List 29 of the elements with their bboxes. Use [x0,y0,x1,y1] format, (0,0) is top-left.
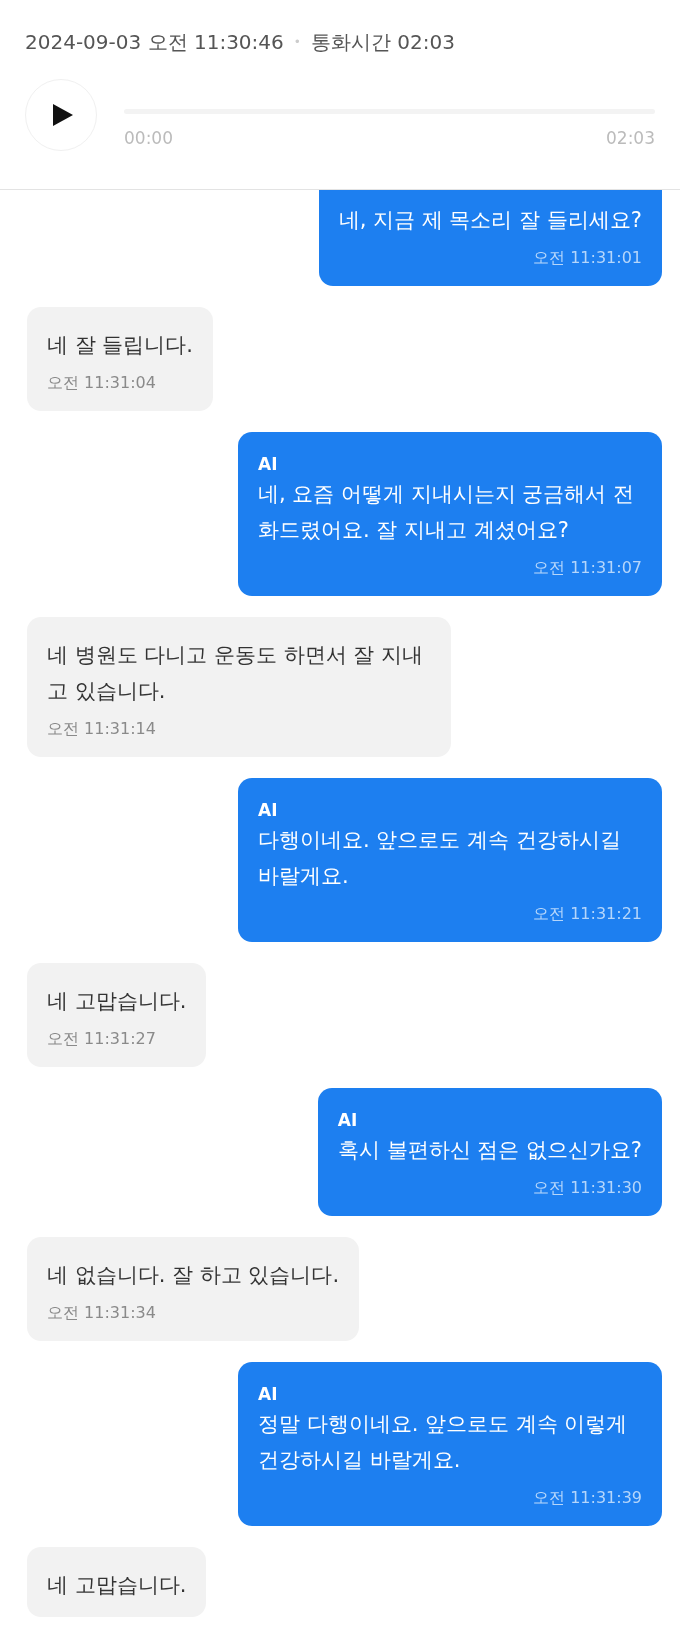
elapsed-time: 00:00 [124,127,173,150]
message-text: 네 고맙습니다. [47,1572,187,1599]
message-time: 오전 11:31:07 [533,557,642,579]
message-text: 네 없습니다. 잘 하고 있습니다. [47,1262,340,1289]
message-text: 혹시 불편하신 점은 없으신가요? [337,1137,642,1164]
message-text: 네, 요즘 어떻게 지내시는지 궁금해서 전화드렸어요. 잘 지내고 계셨어요? [258,481,636,544]
message-time: 오전 11:31:21 [533,903,642,925]
message-text: 다행이네요. 앞으로도 계속 건강하시길 바랄게요. [258,827,622,890]
play-icon [53,104,73,126]
message-text: 네, 지금 제 목소리 잘 들리세요? [338,207,642,234]
message-time: 오전 11:31:04 [47,372,156,394]
sender-label: AI [258,453,279,476]
sender-label: AI [258,1383,279,1406]
message-text: 정말 다행이네요. 앞으로도 계속 이렇게 건강하시길 바랄게요. [258,1411,629,1474]
call-datetime: 2024-09-03 오전 11:30:46 [25,29,284,56]
message-text: 네 병원도 다니고 운동도 하면서 잘 지내고 있습니다. [47,642,425,705]
message-time: 오전 11:31:27 [47,1028,156,1050]
message-text: 네 고맙습니다. [47,988,187,1015]
message-time: 오전 11:31:34 [47,1302,156,1324]
call-duration: 통화시간 02:03 [310,29,455,56]
message-time: 오전 11:31:01 [533,247,642,269]
message-text: 네 잘 들립니다. [47,332,194,359]
separator-dot: • [293,34,301,51]
message-time: 오전 11:31:14 [47,718,156,740]
message-time: 오전 11:31:30 [533,1177,642,1199]
sender-label: AI [258,799,279,822]
message-time: 오전 11:31:39 [533,1487,642,1509]
total-time: 02:03 [606,127,655,150]
sender-label: AI [337,1109,359,1132]
